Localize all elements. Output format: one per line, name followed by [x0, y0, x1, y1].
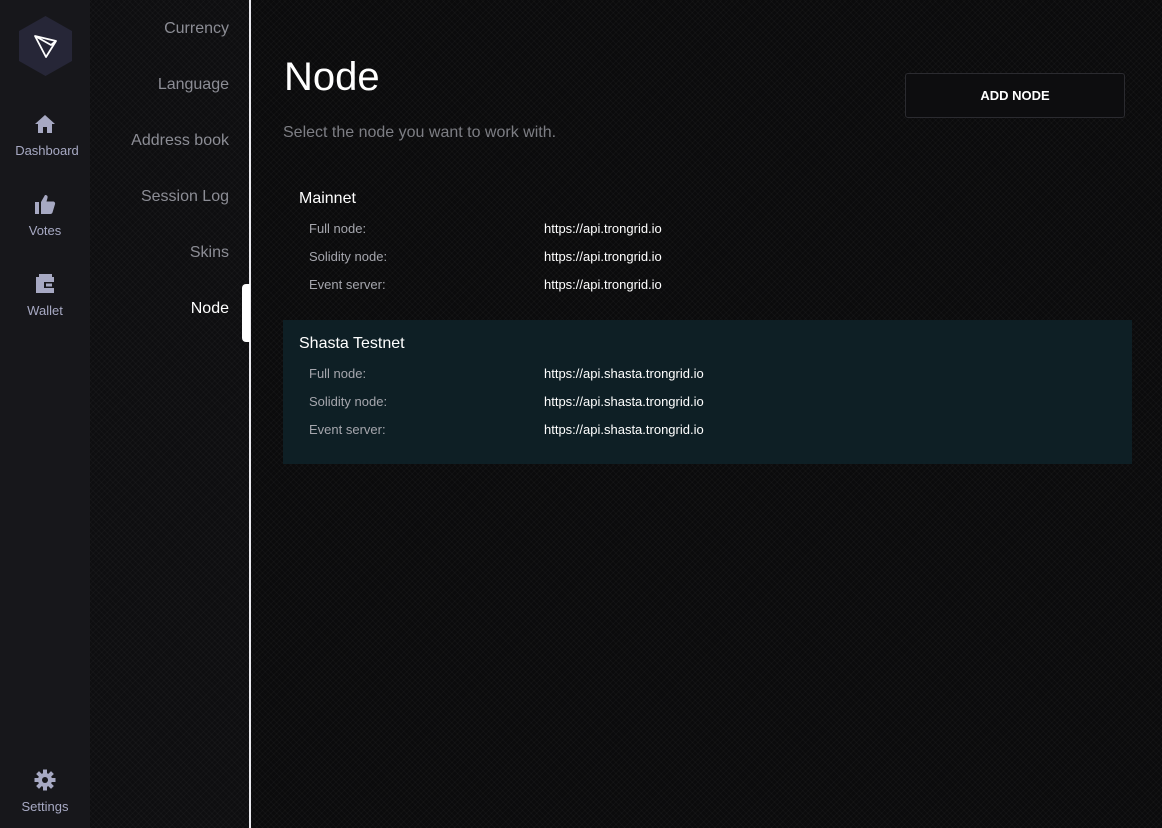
settings-submenu: Currency Language Address book Session L…: [90, 0, 249, 828]
nav-dashboard[interactable]: Dashboard: [0, 113, 90, 175]
submenu-item-node[interactable]: Node: [90, 300, 249, 318]
nav-wallet-label: Wallet: [27, 303, 63, 318]
node-row-label: Full node:: [309, 221, 367, 236]
nav-votes[interactable]: Votes: [0, 193, 90, 255]
gear-icon: [34, 769, 56, 791]
home-icon: [35, 115, 55, 133]
submenu-item-currency[interactable]: Currency: [90, 20, 249, 38]
node-row-event-server: Event server: https://api.trongrid.io: [309, 277, 1109, 297]
node-name: Mainnet: [299, 190, 356, 207]
node-row-label: Solidity node:: [309, 394, 388, 409]
node-name: Shasta Testnet: [299, 335, 405, 352]
node-row-label: Full node:: [309, 366, 367, 381]
submenu-item-session-log[interactable]: Session Log: [90, 188, 249, 206]
node-card-mainnet[interactable]: Mainnet Full node: https://api.trongrid.…: [283, 175, 1132, 319]
nav-votes-label: Votes: [28, 223, 62, 238]
add-node-button[interactable]: ADD NODE: [905, 73, 1125, 118]
nav-settings[interactable]: Settings: [0, 769, 90, 828]
submenu-active-indicator: [242, 284, 250, 342]
node-row-url: https://api.trongrid.io: [544, 249, 662, 264]
tron-logo-icon: [34, 35, 57, 58]
node-row-full-node: Full node: https://api.trongrid.io: [309, 221, 1109, 241]
app-window: Dashboard Votes Wallet Settings Currency…: [0, 0, 1162, 828]
wallet-icon: [36, 274, 54, 293]
node-row-url: https://api.shasta.trongrid.io: [544, 422, 704, 437]
page-title: Node: [284, 55, 380, 99]
submenu-item-address-book[interactable]: Address book: [90, 132, 249, 150]
node-row-full-node: Full node: https://api.shasta.trongrid.i…: [309, 366, 1109, 386]
nav-wallet[interactable]: Wallet: [0, 273, 90, 335]
tron-logo[interactable]: [19, 16, 72, 76]
thumbs-up-icon: [35, 195, 56, 214]
node-row-label: Event server:: [309, 277, 386, 292]
node-row-solidity-node: Solidity node: https://api.shasta.trongr…: [309, 394, 1109, 414]
node-row-url: https://api.shasta.trongrid.io: [544, 366, 704, 381]
node-settings-panel: Node Select the node you want to work wi…: [251, 0, 1162, 828]
node-row-label: Event server:: [309, 422, 386, 437]
node-row-url: https://api.shasta.trongrid.io: [544, 394, 704, 409]
node-row-solidity-node: Solidity node: https://api.trongrid.io: [309, 249, 1109, 269]
nav-rail: Dashboard Votes Wallet Settings: [0, 0, 90, 828]
node-row-label: Solidity node:: [309, 249, 388, 264]
node-row-event-server: Event server: https://api.shasta.trongri…: [309, 422, 1109, 442]
submenu-item-skins[interactable]: Skins: [90, 244, 249, 262]
nav-settings-label: Settings: [21, 799, 69, 814]
page-subtitle: Select the node you want to work with.: [283, 124, 557, 141]
node-row-url: https://api.trongrid.io: [544, 221, 662, 236]
submenu-item-language[interactable]: Language: [90, 76, 249, 94]
node-row-url: https://api.trongrid.io: [544, 277, 662, 292]
node-card-shasta-testnet[interactable]: Shasta Testnet Full node: https://api.sh…: [283, 320, 1132, 464]
nav-dashboard-label: Dashboard: [15, 143, 79, 158]
